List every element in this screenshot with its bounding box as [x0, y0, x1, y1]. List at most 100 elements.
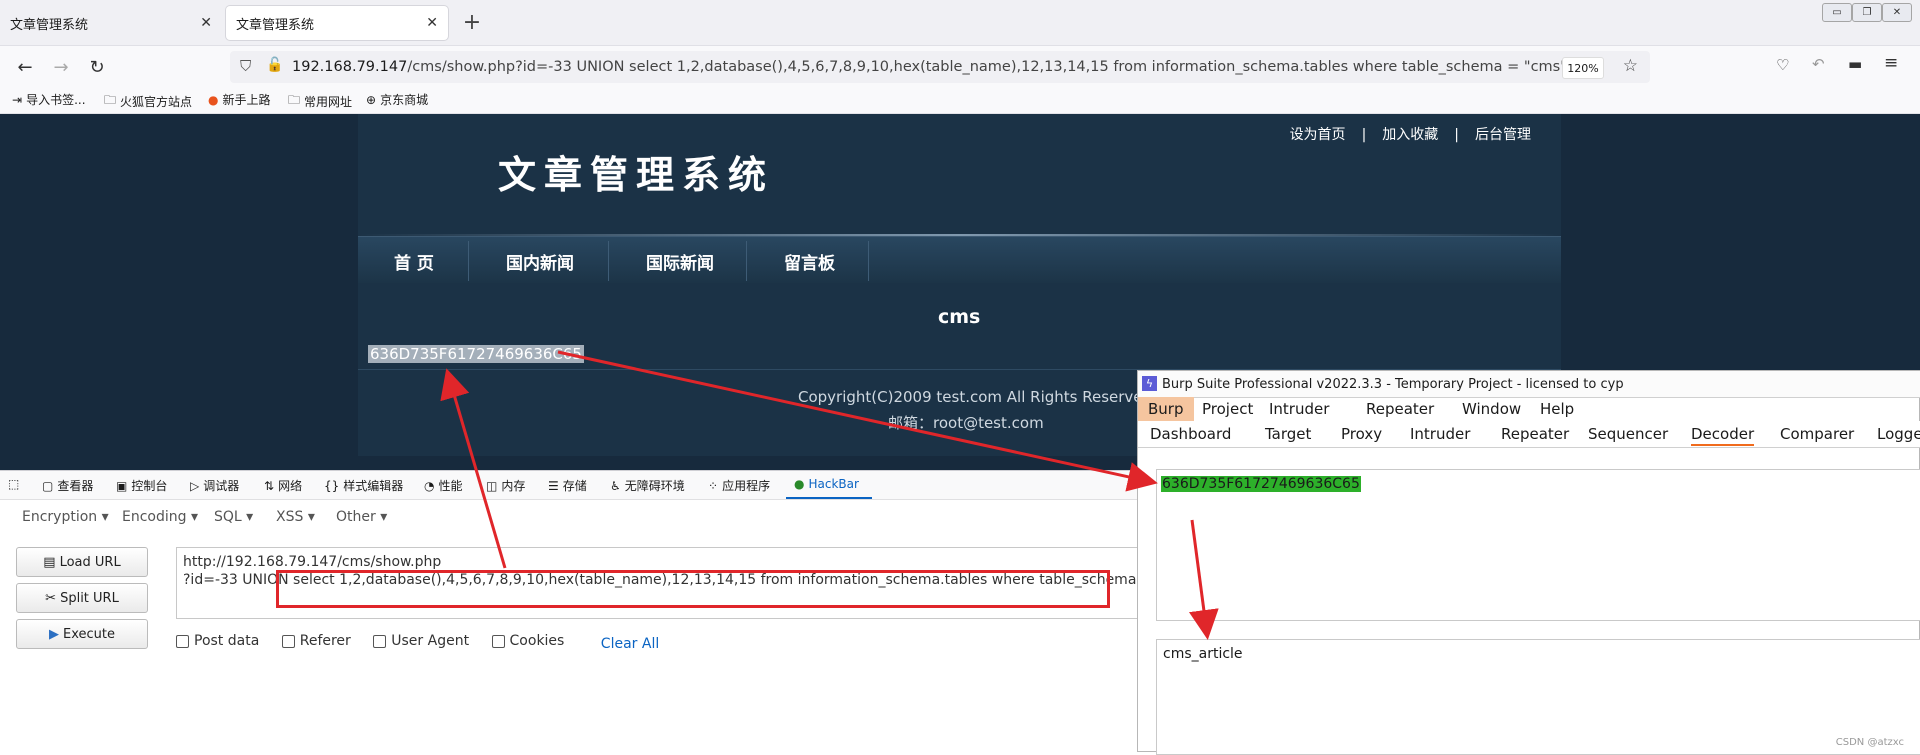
clear-all-link[interactable]: Clear All — [601, 636, 659, 652]
post-data-checkbox[interactable]: Post data — [176, 633, 259, 649]
restore-window-icon[interactable]: ❐ — [1852, 3, 1882, 22]
checkbox-box — [176, 634, 189, 648]
burp-logo-icon: ϟ — [1142, 376, 1157, 391]
bookmark-common-sites[interactable]: 🗀 常用网址 — [288, 91, 352, 112]
browser-tab-1[interactable]: 文章管理系统 ✕ — [0, 6, 222, 40]
close-tab-icon[interactable]: ✕ — [426, 15, 438, 31]
new-tab-button[interactable]: + — [458, 8, 486, 36]
burp-tab-decoder[interactable]: Decoder — [1691, 425, 1755, 446]
email-text: 邮箱：root@test.com — [888, 414, 1044, 432]
tab-network[interactable]: ⇅ 网络 — [264, 477, 302, 494]
tab-console[interactable]: ▣ 控制台 — [116, 477, 167, 494]
close-tab-icon[interactable]: ✕ — [200, 15, 212, 31]
tab-inspector[interactable]: ▢ 查看器 — [42, 477, 93, 494]
selected-hex-output[interactable]: 636D735F61727469636C65 — [368, 345, 584, 363]
nav-home[interactable]: 首 页 — [394, 249, 434, 274]
url-line-1: http://192.168.79.147/cms/show.php — [183, 554, 442, 570]
undo-icon[interactable]: ↶ — [1812, 55, 1825, 73]
devtools-panel: ⬚ ▢ 查看器 ▣ 控制台 ▷ 调试器 ⇅ 网络 {} 样式编辑器 ◔ 性能 ◫ 内存 ☰ 存储… — [0, 470, 1199, 752]
burp-tab-logger[interactable]: Logge — [1877, 425, 1920, 443]
devtools-tab-bar: ⬚ ▢ 查看器 ▣ 控制台 ▷ 调试器 ⇅ 网络 {} 样式编辑器 ◔ 性能 ◫ 内存 ☰ 存储… — [0, 471, 1150, 500]
burp-menu-help[interactable]: Help — [1540, 400, 1574, 418]
storage-icon: ☰ — [548, 478, 559, 493]
bookmark-getting-started[interactable]: ● 新手上路 — [208, 91, 271, 108]
forward-arrow-icon[interactable]: → — [48, 54, 74, 80]
nav-separator — [608, 241, 609, 281]
tab-storage[interactable]: ☰ 存储 — [548, 477, 587, 494]
tab-debugger[interactable]: ▷ 调试器 — [190, 477, 239, 494]
bookmark-import[interactable]: ⇥ 导入书签... — [12, 91, 86, 108]
url-host: 192.168.79.147 — [292, 59, 408, 75]
bookmark-star-icon[interactable]: ☆ — [1623, 56, 1638, 76]
other-dropdown[interactable]: Other ▾ — [336, 509, 387, 525]
burp-menu-project[interactable]: Project — [1202, 400, 1253, 418]
burp-tab-dashboard[interactable]: Dashboard — [1150, 425, 1231, 443]
load-icon: ▤ — [43, 554, 56, 570]
load-url-button[interactable]: ▤ Load URL — [16, 547, 148, 577]
admin-link[interactable]: 后台管理 — [1467, 127, 1539, 143]
tab-style-editor[interactable]: {} 样式编辑器 — [324, 477, 403, 494]
pocket-icon[interactable]: ♡ — [1776, 56, 1789, 74]
back-arrow-icon[interactable]: ← — [12, 54, 38, 80]
tab-accessibility[interactable]: ♿ 无障碍环境 — [610, 477, 685, 494]
minimize-window-icon[interactable]: ▭ — [1822, 3, 1852, 22]
decoder-output-panel[interactable]: cms_article CSDN @atzxc — [1156, 639, 1920, 755]
burp-tab-comparer[interactable]: Comparer — [1780, 425, 1854, 443]
shield-icon[interactable]: ⛉ — [240, 57, 251, 75]
element-picker-icon[interactable]: ⬚ — [8, 477, 19, 491]
nav-domestic-news[interactable]: 国内新闻 — [506, 249, 574, 274]
sql-dropdown[interactable]: SQL ▾ — [214, 509, 253, 525]
user-agent-checkbox[interactable]: User Agent — [373, 633, 469, 649]
encryption-dropdown[interactable]: Encryption ▾ — [22, 509, 109, 525]
split-url-button[interactable]: ✂ Split URL — [16, 583, 148, 613]
burp-menu-burp[interactable]: Burp — [1138, 397, 1194, 421]
burp-tab-sequencer[interactable]: Sequencer — [1588, 425, 1668, 443]
close-window-icon[interactable]: ✕ — [1882, 3, 1912, 22]
referer-checkbox[interactable]: Referer — [281, 633, 351, 649]
encoding-dropdown[interactable]: Encoding ▾ — [122, 509, 198, 525]
burp-tab-target[interactable]: Target — [1265, 425, 1311, 443]
play-icon: ▶ — [49, 626, 59, 642]
burp-menu-repeater[interactable]: Repeater — [1366, 400, 1434, 418]
braces-icon: {} — [324, 478, 340, 493]
tab-performance[interactable]: ◔ 性能 — [424, 477, 463, 494]
burp-suite-window: ϟ Burp Suite Professional v2022.3.3 - Te… — [1137, 370, 1920, 755]
hamburger-menu-icon[interactable]: ≡ — [1884, 53, 1898, 73]
burp-tab-proxy[interactable]: Proxy — [1341, 425, 1382, 443]
set-homepage-link[interactable]: 设为首页 — [1282, 127, 1354, 143]
insecure-lock-icon[interactable]: 🔓 — [266, 57, 283, 73]
tab-hackbar[interactable]: ● HackBar — [794, 477, 859, 491]
burp-tool-tabs: Dashboard Target Proxy Intruder Repeater… — [1138, 421, 1920, 448]
bookmark-firefox-site[interactable]: 🗀 火狐官方站点 — [104, 91, 192, 112]
burp-menu-window[interactable]: Window — [1462, 400, 1521, 418]
nav-separator — [746, 241, 747, 281]
payload-highlight-box — [276, 570, 1110, 608]
tab-application[interactable]: ⁘ 应用程序 — [708, 477, 770, 494]
tab-memory[interactable]: ◫ 内存 — [486, 477, 525, 494]
screen-icon[interactable]: ▬ — [1848, 55, 1862, 73]
nav-guestbook[interactable]: 留言板 — [784, 249, 835, 274]
burp-menu-intruder[interactable]: Intruder — [1269, 400, 1329, 418]
zoom-level-badge[interactable]: 120% — [1562, 57, 1604, 79]
grid-icon: ⁘ — [708, 478, 719, 493]
gauge-icon: ◔ — [424, 478, 435, 493]
console-icon: ▣ — [116, 478, 128, 493]
network-icon: ⇅ — [264, 478, 275, 493]
burp-title: Burp Suite Professional v2022.3.3 - Temp… — [1162, 377, 1624, 392]
firefox-icon: ● — [208, 92, 219, 107]
decoder-input-panel[interactable]: 636D735F61727469636C65 — [1156, 469, 1920, 621]
url-text[interactable]: 192.168.79.147/cms/show.php?id=-33 UNION… — [292, 59, 1567, 75]
browser-tab-2-active[interactable]: 文章管理系统 ✕ — [226, 6, 448, 40]
burp-tab-repeater[interactable]: Repeater — [1501, 425, 1569, 443]
reload-icon[interactable]: ↻ — [84, 54, 110, 80]
execute-button[interactable]: ▶ Execute — [16, 619, 148, 649]
bookmark-jd[interactable]: ⊕ 京东商城 — [366, 91, 428, 108]
burp-tab-intruder[interactable]: Intruder — [1410, 425, 1470, 443]
add-favorite-link[interactable]: 加入收藏 — [1374, 127, 1446, 143]
cookies-checkbox[interactable]: Cookies — [491, 633, 564, 649]
nav-international-news[interactable]: 国际新闻 — [646, 249, 714, 274]
csdn-watermark: CSDN @atzxc — [1835, 737, 1904, 748]
xss-dropdown[interactable]: XSS ▾ — [276, 509, 315, 525]
site-logo: 文章管理系统 — [498, 152, 775, 197]
address-bar[interactable]: ⛉ 🔓 192.168.79.147/cms/show.php?id=-33 U… — [230, 51, 1650, 83]
